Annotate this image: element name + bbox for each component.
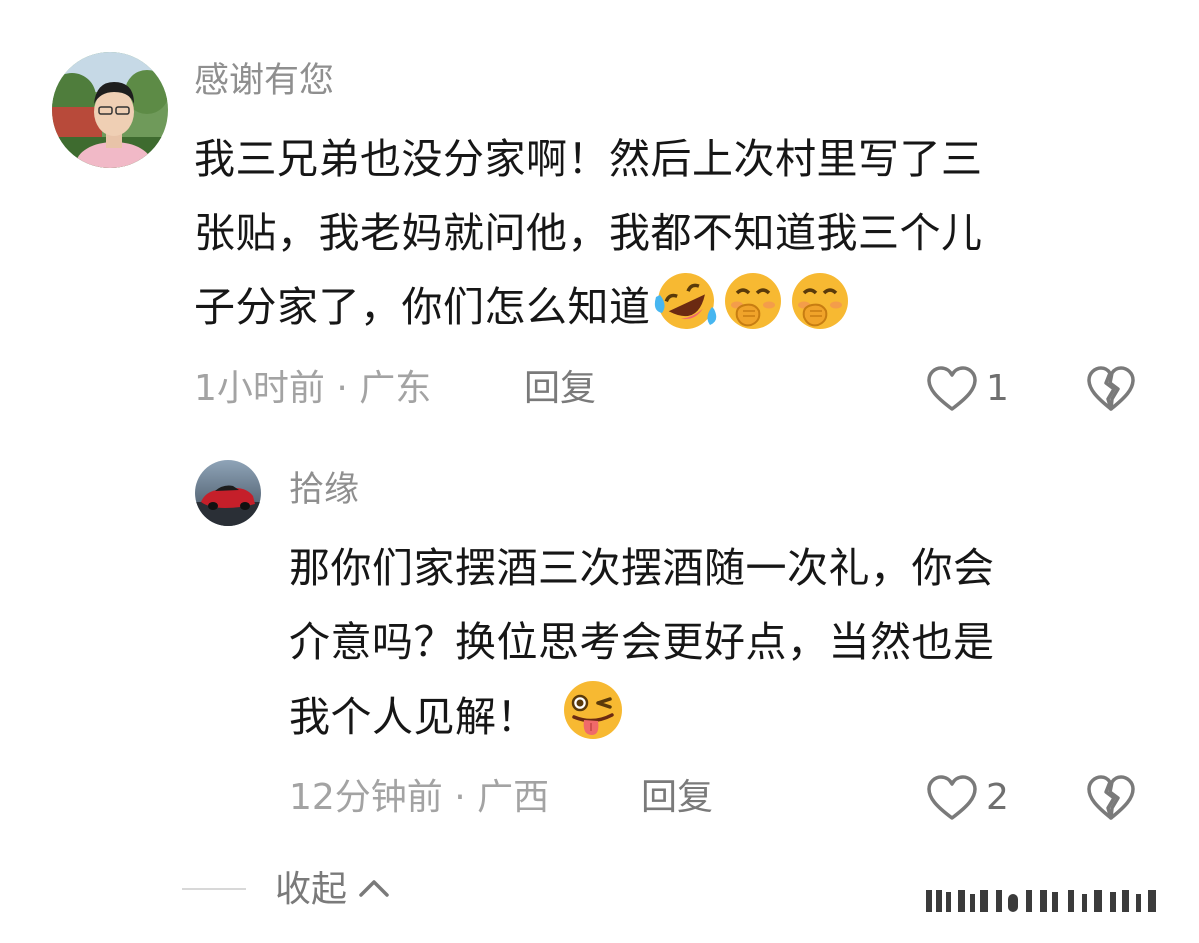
collapse-button[interactable]: 收起 xyxy=(275,870,391,910)
comment-text-line: 我三兄弟也没分家啊！然后上次村里写了三 xyxy=(194,135,983,183)
reply-text-line: 我个人见解！ xyxy=(289,679,1169,764)
like-button[interactable] xyxy=(926,365,978,413)
reply-username[interactable]: 拾缘 xyxy=(289,473,359,508)
like-count: 2 xyxy=(986,777,1009,818)
collapse-label: 收起 xyxy=(275,869,348,910)
broken-heart-icon xyxy=(1087,775,1135,820)
shy-laugh-emoji xyxy=(788,271,852,354)
chevron-up-icon xyxy=(357,877,391,903)
rofl-emoji xyxy=(654,271,718,354)
reply-text: 那你们家摆酒三次摆酒随一次礼，你会 介意吗？换位思考会更好点，当然也是 我个人见… xyxy=(289,531,1169,764)
comment-username[interactable]: 感谢有您 xyxy=(194,64,334,99)
heart-icon xyxy=(927,366,977,411)
like-count: 1 xyxy=(986,368,1009,409)
dislike-button[interactable] xyxy=(1086,365,1136,413)
comment-meta: 1小时前 · 广东 xyxy=(194,368,432,409)
comment-text: 我三兄弟也没分家啊！然后上次村里写了三 张贴，我老妈就问他，我都不知道我三个儿 … xyxy=(194,122,1164,354)
like-button[interactable] xyxy=(926,774,978,822)
watermark-mark xyxy=(922,886,1172,916)
divider xyxy=(182,888,246,890)
dislike-button[interactable] xyxy=(1086,774,1136,822)
reply-button[interactable]: 回复 xyxy=(524,371,596,407)
reply-text-line: 那你们家摆酒三次摆酒随一次礼，你会 xyxy=(289,544,995,592)
reply-meta: 12分钟前 · 广西 xyxy=(289,777,550,818)
avatar[interactable] xyxy=(195,460,261,526)
broken-heart-icon xyxy=(1087,366,1135,411)
reply-button[interactable]: 回复 xyxy=(641,780,713,816)
comment-text-line: 张贴，我老妈就问他，我都不知道我三个儿 xyxy=(194,209,983,257)
shy-laugh-emoji xyxy=(721,271,785,354)
wink-tongue-emoji xyxy=(560,679,626,764)
avatar[interactable] xyxy=(52,52,168,168)
reply-text-line: 介意吗？换位思考会更好点，当然也是 xyxy=(289,618,995,666)
comment-text-line: 子分家了，你们怎么知道 xyxy=(194,270,1164,354)
heart-icon xyxy=(927,775,977,820)
